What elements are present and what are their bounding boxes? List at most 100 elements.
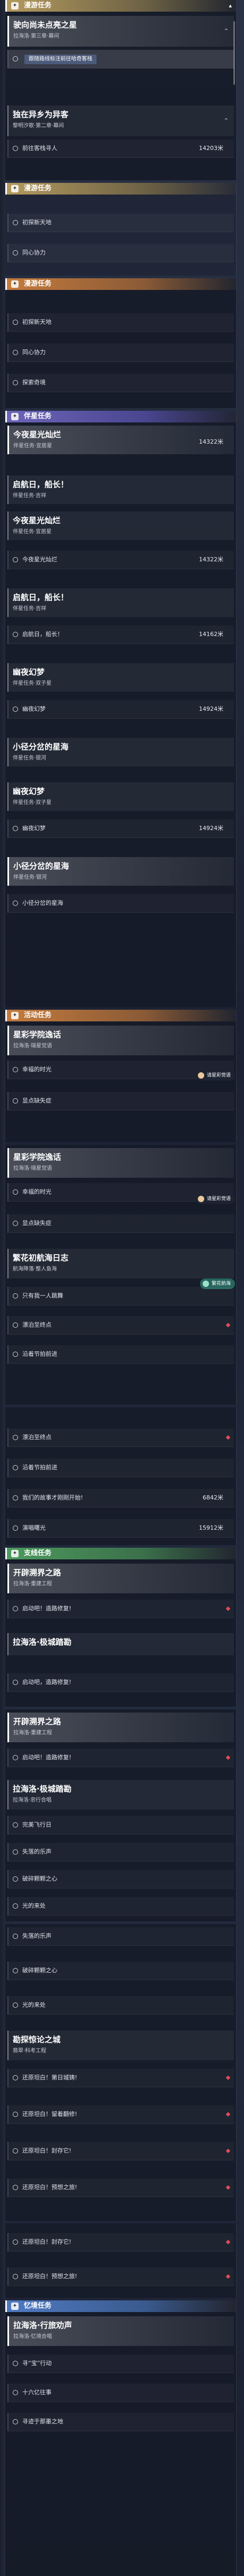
controller-hint[interactable]: 请星彩觉语 (195, 1194, 235, 1204)
quest-step[interactable]: 沿着节拍前进 (7, 1459, 234, 1477)
scrollbar[interactable] (233, 21, 235, 85)
hint-label: 请星彩觉语 (206, 1073, 231, 1078)
quest-card[interactable]: 小径分岔的星海 伴星任务·银河 (7, 738, 234, 766)
quest-step[interactable]: 同心协力 (7, 244, 234, 262)
step-label: 幸福的时光 (22, 1066, 51, 1073)
quest-step[interactable]: 显点缺失症 (7, 1092, 234, 1110)
section-title: 漫游任务 (24, 184, 52, 192)
step-ring-icon (13, 2239, 18, 2245)
quest-card[interactable]: 今夜星光灿烂 伴星任务·宜居星 (7, 511, 234, 540)
quest-step[interactable]: 探索奇境 (7, 374, 234, 392)
quest-step[interactable]: 前往客栈寻人 14203米 (7, 139, 234, 158)
quest-card[interactable]: 拉海洛·行旅劝声 拉海洛·忆境合唱 (7, 2316, 234, 2346)
quest-card[interactable]: 今夜星光灿烂 伴星任务·宜居星 14322米 (7, 426, 234, 454)
quest-subtitle: 黎明汐歌·第二章·幕间 (13, 123, 64, 129)
quest-title: 勘探惊论之城 (13, 2035, 61, 2044)
quest-step[interactable]: 还原坦白！预想之旅! (7, 2268, 234, 2286)
quest-step[interactable]: 启动吧！造路修复! (7, 1749, 234, 1767)
quest-card[interactable]: 星彩学院逸话 拉海洛·瑞星觉语 (7, 1026, 234, 1055)
quest-category-icon: ✦ (11, 2, 19, 10)
map-marker-icon (225, 1755, 231, 1760)
quest-step[interactable]: 还原坦白！留着翻修! (7, 2105, 234, 2124)
quest-card[interactable]: 开辟溯界之路 拉海洛·重建工程 (7, 1713, 234, 1742)
step-ring-icon (13, 707, 18, 712)
controller-hint[interactable]: 请星彩觉语 (195, 1070, 235, 1081)
quest-title: 启航日，船长！ (13, 593, 69, 602)
quest-step[interactable]: 启航日，船长！ 14162米 (7, 625, 234, 644)
quest-card[interactable]: 勘探惊论之城 翡翠·科考工程 (7, 2031, 234, 2060)
quest-card[interactable]: 启航日，船长！ 伴星任务·吉祥 (7, 588, 234, 617)
quest-step[interactable]: 初探新天地 (7, 214, 234, 232)
quest-step[interactable]: 失落的乐声 (7, 1927, 234, 1946)
quest-step[interactable]: 还原坦白！封存它! (7, 2233, 234, 2252)
step-ring-icon (13, 1849, 18, 1855)
quest-step[interactable]: 小径分岔的星海 (7, 894, 234, 913)
quest-title: 开辟溯界之路 (13, 1568, 62, 1577)
quest-step[interactable]: 同心协力 (7, 343, 234, 362)
section-header[interactable]: ✦ 伴星任务 (5, 411, 236, 422)
section-header[interactable]: ✦ 漫游任务 (5, 278, 236, 290)
quest-card[interactable]: 幽夜幻梦 伴星任务·双子星 (7, 782, 234, 811)
quest-card[interactable]: 开辟溯界之路 拉海洛·重建工程 (7, 1564, 234, 1593)
section-header[interactable]: ✦ 支线任务 (5, 1548, 236, 1559)
quest-step[interactable]: 光的来处 (7, 1996, 234, 2015)
step-label: 还原坦白！封存它! (22, 2238, 72, 2245)
step-ring-icon (13, 826, 18, 831)
quest-subtitle: 伴星任务·银河 (13, 755, 47, 761)
quest-card[interactable]: 小径分岔的星海 伴星任务·银河 (7, 857, 234, 886)
step-ring-icon (13, 146, 18, 151)
step-label: 寻迹于那墨之地 (22, 2418, 63, 2425)
quest-step[interactable]: 跟随路线标注前往哈奇客栈 (7, 50, 234, 68)
section-title: 漫游任务 (24, 2, 52, 10)
quest-step[interactable]: 显点缺失症 (7, 1214, 234, 1233)
quest-step[interactable]: 启动吧！造路修复! (7, 1600, 234, 1618)
step-label: 显点缺失症 (22, 1220, 51, 1227)
quest-card[interactable]: 星彩学院逸话 拉海洛·瑞星觉语 (7, 1148, 234, 1178)
section-header[interactable]: ✦ 忆境任务 (5, 2300, 236, 2312)
quest-step[interactable]: 今夜星光灿烂 14322米 (7, 551, 234, 569)
quest-step[interactable]: 寻迹于那墨之地 (7, 2413, 234, 2431)
quest-step[interactable]: 初探新天地 (7, 313, 234, 332)
quest-step[interactable]: 我们的故事才刚刚开始! 6842米 (7, 1489, 234, 1507)
quest-card[interactable]: 幽夜幻梦 伴星任务·双子星 (7, 663, 234, 692)
quest-step[interactable]: 还原坦白！封存它! (7, 2142, 234, 2160)
quest-category-icon: ✦ (11, 1550, 19, 1557)
background-strip (0, 0, 5, 2576)
section-header[interactable]: ✦ 漫游任务 ▴ (5, 0, 236, 12)
quest-step[interactable]: 失落的乐声 (7, 1843, 234, 1862)
quest-step[interactable]: 幽夜幻梦 14924米 (7, 819, 234, 838)
quest-card[interactable]: 启航日，船长！ 伴星任务·吉祥 (7, 475, 234, 504)
quest-card[interactable]: 拉海洛·极城踏勘 拉海洛·忠行合唱 (7, 1780, 234, 1810)
step-label: 破碎颗颗之心 (22, 1875, 57, 1882)
quest-step[interactable]: 完美飞行日 (7, 1816, 234, 1834)
section-header[interactable]: ✦ 漫游任务 (5, 183, 236, 195)
quest-step[interactable]: 破碎颗颗之心 (7, 1870, 234, 1889)
quest-card[interactable]: 拉海洛·极城踏勘 (7, 1633, 234, 1655)
quest-subtitle: 拉海洛·瑞星觉语 (13, 1043, 53, 1049)
quest-step[interactable]: 光的来处 (7, 1897, 234, 1916)
quest-step[interactable]: 沿着节拍前进 (7, 1345, 234, 1364)
quest-subtitle: 伴星任务·银河 (13, 875, 47, 880)
step-ring-icon (13, 2419, 18, 2424)
step-label: 跟随路线标注前往哈奇客栈 (24, 55, 97, 64)
quest-step[interactable]: 只有我一人跳舞 (7, 1287, 234, 1305)
quest-step[interactable]: 破碎颗颗之心 (7, 1962, 234, 1980)
quest-step[interactable]: 启动吧，造路修复! (7, 1673, 234, 1692)
quest-step[interactable]: 漂泊至终点 (7, 1316, 234, 1335)
section-header[interactable]: ✦ 活动任务 (5, 1010, 236, 1021)
hint-label: 请星彩觉语 (206, 1196, 231, 1202)
quest-step[interactable]: 演唱曙光 15912米 (7, 1519, 234, 1538)
step-label: 还原坦白！预想之旅! (22, 2273, 77, 2280)
step-label: 幽夜幻梦 (22, 705, 46, 712)
quest-step[interactable]: 还原坦白！预想之旅! (7, 2178, 234, 2197)
quest-card[interactable]: 独在异乡为异客 黎明汐歌·第二章·幕间 ⌃ (7, 105, 234, 136)
quest-card[interactable]: 繁花初航海日志 航海降落·整人鱼海 (7, 1249, 234, 1278)
quest-step[interactable]: 漂泊至终点 (7, 1428, 234, 1447)
step-label: 破碎颗颗之心 (22, 1967, 57, 1974)
quest-step[interactable]: 寻“宝”行动 (7, 2354, 234, 2373)
quest-card[interactable]: 驶向尚未点亮之星 拉海洛·第三章·幕间 ⌃ (7, 16, 234, 47)
quest-step[interactable]: 还原坦白！第日城铸! (7, 2069, 234, 2087)
quest-step[interactable]: 十六亿往事 (7, 2384, 234, 2402)
quest-step[interactable]: 幽夜幻梦 14924米 (7, 700, 234, 719)
step-label: 失落的乐声 (22, 1848, 51, 1855)
